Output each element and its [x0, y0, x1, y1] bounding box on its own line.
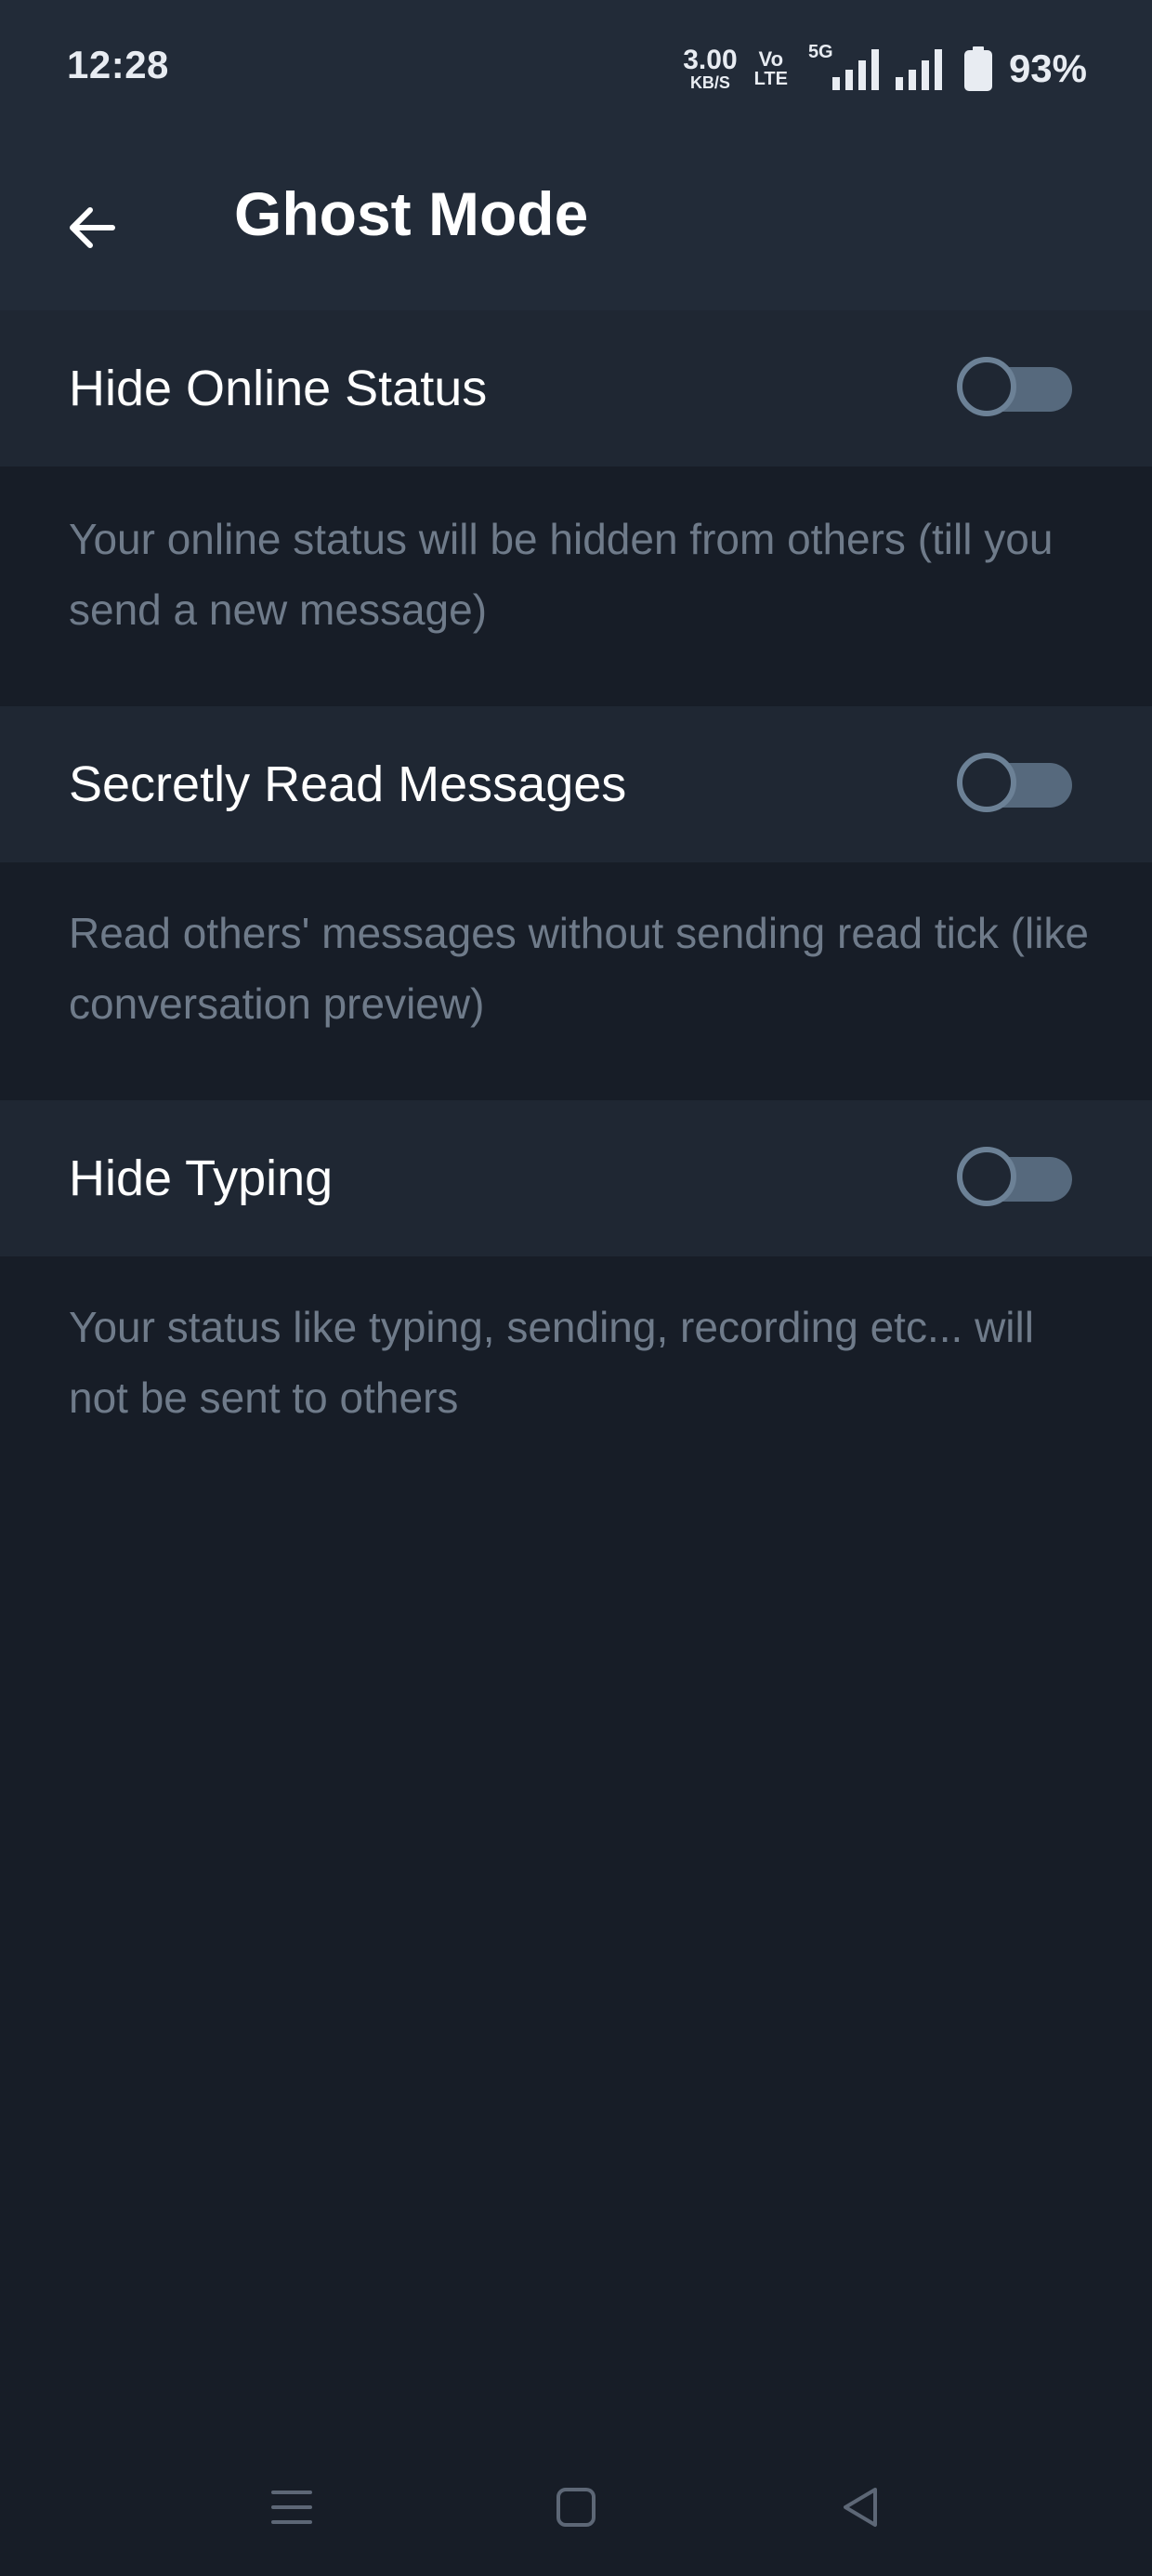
setting-description: Your online status will be hidden from o… [69, 515, 1054, 634]
network-speed-unit: KB/S [689, 73, 730, 92]
setting-label: Secretly Read Messages [69, 756, 627, 812]
setting-description: Your status like typing, sending, record… [69, 1303, 1034, 1422]
setting-description: Read others' messages without sending re… [69, 909, 1090, 1028]
toggle-knob [957, 753, 1016, 812]
volte-bottom-text: LTE [753, 69, 788, 89]
setting-row-hide-online-status[interactable]: Hide Online Status [0, 310, 1152, 467]
status-time: 12:28 [67, 43, 169, 86]
system-navigation-bar [0, 2435, 1152, 2576]
signal-strength-icon [895, 46, 948, 92]
setting-row-secretly-read-messages[interactable]: Secretly Read Messages [0, 706, 1152, 862]
toggle-knob [957, 357, 1016, 416]
signal-5g-icon: 5G [805, 42, 879, 92]
network-speed: 3.00 KB/S [683, 45, 738, 92]
setting-row-hide-typing[interactable]: Hide Typing [0, 1100, 1152, 1256]
arrow-left-icon [70, 207, 115, 248]
status-icons: 3.00 KB/S Vo LTE 5G 93% [683, 42, 1087, 95]
back-button[interactable] [50, 186, 134, 269]
screen: 12:28 3.00 KB/S Vo LTE 5G 93% Ghost Mode… [0, 0, 1152, 2576]
home-icon[interactable] [548, 2479, 604, 2535]
volte-indicator: Vo LTE [753, 47, 788, 89]
network-speed-value: 3.00 [683, 45, 738, 75]
back-icon[interactable] [832, 2479, 888, 2535]
menu-icon[interactable] [264, 2479, 320, 2535]
setting-label: Hide Online Status [69, 361, 488, 416]
hide-typing-toggle[interactable] [957, 1147, 1072, 1208]
page-title: Ghost Mode [234, 179, 589, 248]
battery-icon [963, 46, 992, 91]
volte-top-text: Vo [758, 47, 784, 71]
hide-online-status-toggle[interactable] [957, 357, 1072, 418]
setting-label: Hide Typing [69, 1150, 334, 1206]
battery-percent: 93% [1008, 46, 1087, 90]
toggle-knob [957, 1147, 1016, 1206]
app-bar: Ghost Mode [0, 139, 1152, 310]
status-bar: 12:28 3.00 KB/S Vo LTE 5G 93% [0, 0, 1152, 139]
secretly-read-messages-toggle[interactable] [957, 753, 1072, 814]
